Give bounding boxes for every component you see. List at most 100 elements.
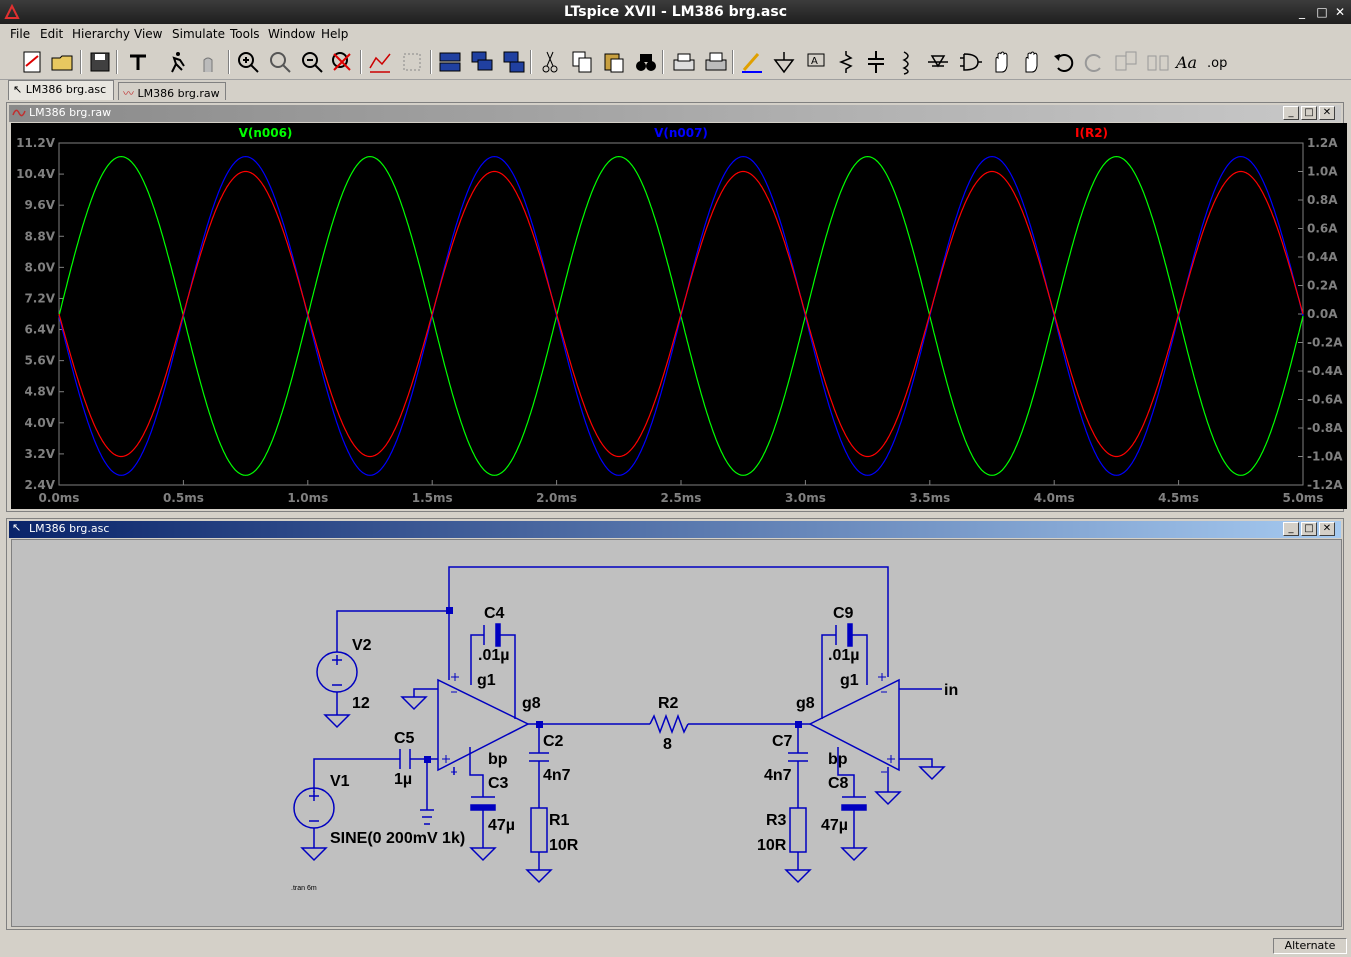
label-c7[interactable]: C7 — [772, 733, 793, 750]
label-r3-value[interactable]: 10R — [757, 837, 787, 854]
resistor-r1[interactable] — [530, 807, 548, 853]
resistor-r2[interactable] — [649, 713, 689, 735]
minimize-icon[interactable]: _ — [1283, 522, 1299, 536]
paste-icon[interactable] — [600, 48, 628, 76]
print-icon[interactable] — [670, 48, 698, 76]
label-c4-value[interactable]: .01µ — [478, 647, 509, 664]
run-icon[interactable] — [162, 48, 190, 76]
zoom-in-icon[interactable] — [234, 48, 262, 76]
label-c9-value[interactable]: .01µ — [828, 647, 859, 664]
redo-icon[interactable] — [1080, 48, 1108, 76]
label-c9[interactable]: C9 — [833, 605, 854, 622]
tile-horizontal-icon[interactable] — [436, 48, 464, 76]
label-r2[interactable]: R2 — [658, 695, 679, 712]
label-v2[interactable]: V2 — [352, 637, 372, 654]
opamp-u2[interactable] — [808, 678, 900, 772]
inductor-icon[interactable] — [892, 48, 920, 76]
undo-icon[interactable] — [1050, 48, 1078, 76]
control-panel-icon[interactable] — [124, 48, 152, 76]
label-c5-value[interactable]: 1µ — [394, 771, 412, 788]
tab-waveform[interactable]: 〰 LM386 brg.raw — [118, 82, 226, 100]
label-c7-value[interactable]: 4n7 — [764, 767, 792, 784]
rotate-icon[interactable] — [1112, 48, 1140, 76]
capacitor-c4[interactable] — [495, 623, 501, 647]
delete-plot-icon[interactable] — [398, 48, 426, 76]
close-icon[interactable]: ✕ — [1319, 106, 1335, 120]
label-c3[interactable]: C3 — [488, 775, 509, 792]
label-c8-value[interactable]: 47µ — [821, 817, 848, 834]
label-r3[interactable]: R3 — [766, 812, 787, 829]
capacitor-c2[interactable] — [529, 752, 549, 762]
spice-directive-icon[interactable]: .op — [1204, 48, 1232, 76]
trace-i-r2-[interactable] — [58, 170, 1304, 458]
save-icon[interactable] — [86, 48, 114, 76]
trace-label[interactable]: V(n006) — [239, 126, 293, 140]
label-r1[interactable]: R1 — [549, 812, 570, 829]
resistor-icon[interactable] — [832, 48, 860, 76]
zoom-out-icon[interactable] — [298, 48, 326, 76]
ground-icon[interactable] — [770, 48, 798, 76]
copy-icon[interactable] — [568, 48, 596, 76]
menu-help[interactable]: Help — [321, 27, 348, 41]
label-r1-value[interactable]: 10R — [549, 837, 579, 854]
cascade-icon[interactable] — [468, 48, 496, 76]
print-setup-icon[interactable] — [702, 48, 730, 76]
find-icon[interactable] — [632, 48, 660, 76]
menu-simulate[interactable]: Simulate — [172, 27, 225, 41]
capacitor-c3[interactable] — [470, 804, 496, 811]
label-net-icon[interactable]: A — [802, 48, 830, 76]
new-schematic-icon[interactable] — [18, 48, 46, 76]
move-icon[interactable] — [988, 48, 1016, 76]
spice-directive[interactable]: .tran 6m — [291, 885, 317, 892]
maximize-icon[interactable]: □ — [1314, 4, 1330, 20]
label-v2-value[interactable]: 12 — [352, 695, 370, 712]
menu-tools[interactable]: Tools — [230, 27, 260, 41]
label-c8[interactable]: C8 — [828, 775, 849, 792]
ground-icon — [874, 791, 902, 806]
label-c5[interactable]: C5 — [394, 730, 415, 747]
restore-icon[interactable]: □ — [1301, 522, 1317, 536]
minimize-icon[interactable]: _ — [1294, 4, 1310, 20]
label-r2-value[interactable]: 8 — [663, 736, 672, 753]
mirror-icon[interactable] — [1144, 48, 1172, 76]
capacitor-icon[interactable] — [862, 48, 890, 76]
halt-icon[interactable] — [194, 48, 222, 76]
label-c4[interactable]: C4 — [484, 605, 505, 622]
cut-icon[interactable] — [536, 48, 564, 76]
label-v1[interactable]: V1 — [330, 773, 350, 790]
menu-edit[interactable]: Edit — [40, 27, 63, 41]
menu-file[interactable]: File — [10, 27, 30, 41]
diode-icon[interactable] — [924, 48, 952, 76]
capacitor-c7[interactable] — [788, 752, 808, 762]
open-icon[interactable] — [48, 48, 76, 76]
draw-wire-icon[interactable] — [738, 48, 766, 76]
autorange-icon[interactable] — [366, 48, 394, 76]
zoom-fit-icon[interactable] — [266, 48, 294, 76]
trace-label[interactable]: V(n007) — [654, 126, 708, 140]
waveform-plot[interactable]: 0.0ms 0.5ms 1.0ms 1.5ms 2.0ms 2.5ms 3.0ms 3.5ms… — [11, 123, 1347, 509]
label-v1-value[interactable]: SINE(0 200mV 1k) — [330, 830, 465, 847]
capacitor-c5[interactable] — [399, 749, 411, 769]
restore-icon[interactable]: □ — [1301, 106, 1317, 120]
label-c3-value[interactable]: 47µ — [488, 817, 515, 834]
label-c2-value[interactable]: 4n7 — [543, 767, 571, 784]
label-in[interactable]: in — [944, 682, 958, 699]
label-c2[interactable]: C2 — [543, 733, 564, 750]
drag-icon[interactable] — [1018, 48, 1046, 76]
component-icon[interactable] — [956, 48, 984, 76]
close-icon[interactable]: ✕ — [1332, 4, 1348, 20]
menu-window[interactable]: Window — [268, 27, 315, 41]
text-icon[interactable]: Aa — [1174, 48, 1202, 76]
trace-label[interactable]: I(R2) — [1075, 126, 1108, 140]
close-icon[interactable]: ✕ — [1319, 522, 1335, 536]
capacitor-c8[interactable] — [841, 804, 867, 811]
resistor-r3[interactable] — [789, 807, 807, 853]
schematic-canvas[interactable]: V2 12 V1 SINE(0 200mV 1k) C5 1µ C4 .01µ … — [11, 539, 1342, 927]
capacitor-c9[interactable] — [847, 623, 853, 647]
zoom-cancel-icon[interactable] — [328, 48, 356, 76]
menu-hierarchy[interactable]: Hierarchy — [72, 27, 130, 41]
tile-vertical-icon[interactable] — [500, 48, 528, 76]
tab-schematic[interactable]: ↖ LM386 brg.asc — [8, 80, 114, 100]
minimize-icon[interactable]: _ — [1283, 106, 1299, 120]
menu-view[interactable]: View — [134, 27, 162, 41]
